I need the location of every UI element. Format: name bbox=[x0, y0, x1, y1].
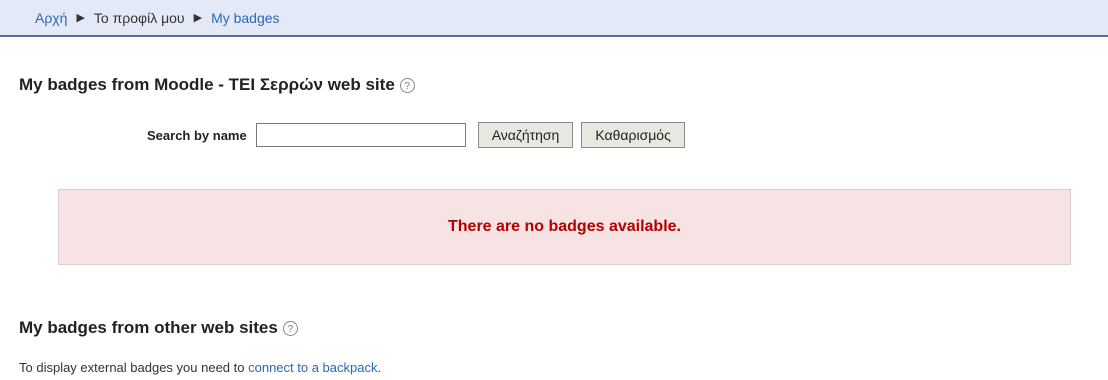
local-badges-heading: My badges from Moodle - TEI Σερρών web s… bbox=[19, 75, 415, 95]
breadcrumb: Αρχή ▶ Το προφίλ μου ▶ My badges bbox=[0, 0, 1108, 37]
clear-button[interactable]: Καθαρισμός bbox=[581, 122, 685, 148]
no-badges-notice: There are no badges available. bbox=[58, 189, 1071, 265]
local-badges-title: My badges from Moodle - TEI Σερρών web s… bbox=[19, 75, 395, 94]
external-badges-title: My badges from other web sites bbox=[19, 318, 278, 337]
help-icon[interactable]: ? bbox=[399, 77, 415, 93]
external-text-suffix: . bbox=[377, 360, 382, 375]
breadcrumb-separator-icon: ▶ bbox=[76, 12, 85, 24]
breadcrumb-my-badges-link[interactable]: My badges bbox=[211, 10, 279, 26]
external-text-prefix: To display external badges you need to bbox=[19, 360, 249, 375]
search-label: Search by name bbox=[147, 127, 247, 143]
help-icon[interactable]: ? bbox=[282, 320, 298, 336]
breadcrumb-separator-icon: ▶ bbox=[193, 12, 203, 24]
search-button[interactable]: Αναζήτηση bbox=[477, 122, 574, 148]
external-badges-description: To display external badges you need to c… bbox=[19, 360, 381, 375]
no-badges-message: There are no badges available. bbox=[448, 218, 681, 235]
search-form: Search by name Αναζήτηση Καθαρισμός bbox=[147, 122, 693, 148]
search-input[interactable] bbox=[255, 123, 466, 147]
external-badges-heading: My badges from other web sites ? bbox=[19, 318, 298, 338]
breadcrumb-profile[interactable]: Το προφίλ μου bbox=[94, 10, 185, 26]
breadcrumb-home-link[interactable]: Αρχή bbox=[35, 10, 67, 26]
connect-backpack-link[interactable]: connect to a backpack bbox=[248, 360, 377, 375]
